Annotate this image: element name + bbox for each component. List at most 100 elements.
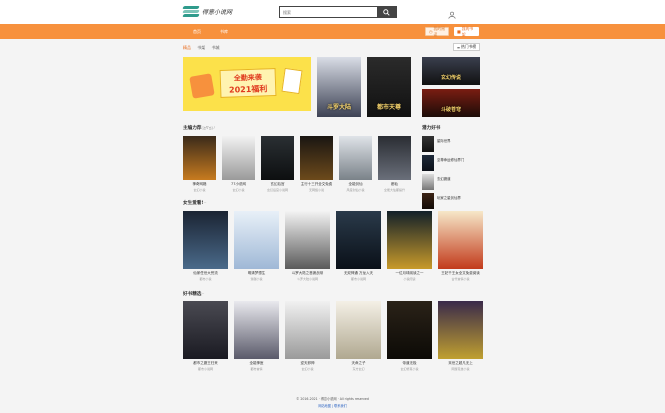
book-title[interactable]: 明清梦想生 — [234, 271, 279, 276]
book-title[interactable]: 77小说网 — [222, 182, 255, 187]
hot-list-item[interactable]: 玩家之星剑仙界 — [422, 193, 480, 209]
logo-icon — [182, 6, 200, 17]
book-cover[interactable] — [336, 211, 381, 269]
hot-list-item[interactable]: 星际世界 — [422, 136, 480, 152]
featured-cover[interactable]: 斗破苍穹 — [422, 89, 480, 117]
breadcrumb-item[interactable]: 书架 — [197, 45, 205, 50]
book-card[interactable]: 逆天邪神 玄幻小说 — [285, 301, 330, 371]
book-title[interactable]: 斗罗大陆之首席战帝 — [285, 271, 330, 276]
book-cover[interactable] — [438, 301, 483, 359]
my-reading-button[interactable]: ◷ 我的阅读 — [425, 26, 449, 37]
book-cover[interactable] — [285, 301, 330, 359]
book-card[interactable]: 一位月球阅读之一 小说阅读 — [387, 211, 432, 281]
promo-banner[interactable]: 全勤来袭 2021福利 — [183, 57, 311, 111]
my-shelf-label: 我的书架 — [461, 25, 474, 37]
book-card[interactable]: 明清梦想生 穿越小说 — [234, 211, 279, 281]
featured-cover[interactable]: 玄幻传说 — [422, 57, 480, 85]
book-title[interactable]: 王妃千王女全文免费阅读 — [438, 271, 483, 276]
book-card[interactable]: 主行十三开全文免费 无网络小说 — [300, 136, 333, 192]
my-shelf-button[interactable]: ■ 我的书架 — [454, 25, 479, 37]
book-title[interactable]: 都仙 — [378, 182, 411, 187]
search-icon — [383, 8, 390, 16]
book-cover[interactable] — [422, 193, 434, 209]
book-cover[interactable] — [300, 136, 333, 180]
top-rank-button[interactable]: ≡ 热门书榜 — [453, 43, 480, 51]
book-card[interactable]: 斗罗大陆之首席战帝 斗罗大陆小说网 — [285, 211, 330, 281]
search-box — [279, 6, 397, 18]
book-card[interactable]: 仙家任世大荒流 都市小说 — [183, 211, 228, 281]
footer-links[interactable]: 网站地图 | 联系我们 — [0, 403, 665, 408]
book-cover[interactable] — [234, 301, 279, 359]
book-author: 都市小说 — [199, 277, 212, 281]
book-card[interactable]: 无双神通 万龙入天 都市小说网 — [336, 211, 381, 281]
section-title-text: 好书精选 — [183, 292, 202, 297]
book-card[interactable]: 神奇网格 玄幻小说 — [183, 136, 216, 192]
book-icon: ■ — [457, 29, 461, 34]
book-cover[interactable] — [183, 301, 228, 359]
book-card[interactable]: 都市之魔王归来 都市小说网 — [183, 301, 228, 371]
book-cover[interactable] — [183, 211, 228, 269]
book-cover[interactable] — [438, 211, 483, 269]
book-title[interactable]: 星际世界 — [437, 138, 451, 143]
book-cover[interactable] — [422, 136, 434, 152]
featured-cover[interactable]: 斗罗大陆 — [317, 57, 361, 117]
book-title[interactable]: 玩家之星剑仙界 — [437, 195, 461, 200]
nav-item-home[interactable]: 首页 — [193, 29, 201, 35]
book-cover[interactable] — [422, 174, 434, 190]
book-title[interactable]: 玄幻后宫 — [261, 182, 294, 187]
book-cover[interactable] — [285, 211, 330, 269]
book-title[interactable]: 无双神通 万龙入天 — [336, 271, 381, 276]
book-author: 玄幻修真小说 — [400, 367, 419, 371]
book-cover[interactable] — [234, 211, 279, 269]
book-title[interactable]: 至尊命运修仙界门 — [437, 157, 464, 162]
book-cover[interactable] — [183, 136, 216, 180]
book-cover[interactable] — [339, 136, 372, 180]
hot-list-item[interactable]: 玄幻魔道 — [422, 174, 480, 190]
book-author: 风度剑仙小说 — [346, 188, 365, 192]
book-card[interactable]: 玄幻后宫 玄幻后宫小说网 — [261, 136, 294, 192]
breadcrumb-item[interactable]: 书城 — [212, 45, 220, 50]
book-card[interactable]: 全能神医 都市言情 — [234, 301, 279, 371]
book-title[interactable]: 玄幻魔道 — [437, 176, 451, 181]
book-title[interactable]: 逆天邪神 — [285, 361, 330, 366]
top-rank-label: 热门书榜 — [461, 44, 477, 49]
book-author: 网游竞技小说 — [451, 367, 470, 371]
book-title[interactable]: 全能剑仙 — [339, 182, 372, 187]
book-title[interactable]: 仙家任世大荒流 — [183, 271, 228, 276]
book-cover[interactable] — [336, 301, 381, 359]
book-cover[interactable] — [261, 136, 294, 180]
calendar-icon — [281, 67, 303, 95]
section-emoticon: (≧∇≦)ﾉ — [201, 125, 216, 130]
book-cover[interactable] — [222, 136, 255, 180]
book-author: 都市小说网 — [197, 367, 213, 371]
book-cover[interactable] — [387, 211, 432, 269]
book-card[interactable]: 77小说网 玄幻小说 — [222, 136, 255, 192]
book-title[interactable]: 神奇网格 — [183, 182, 216, 187]
book-card[interactable]: 末世之超凡无上 网游竞技小说 — [438, 301, 483, 371]
featured-cover[interactable]: 都市天尊 — [367, 57, 411, 117]
book-card[interactable]: 王妃千王女全文免费阅读 古代言情小说 — [438, 211, 483, 281]
section-emoticon: ~ — [203, 200, 207, 205]
book-title[interactable]: 一位月球阅读之一 — [387, 271, 432, 276]
book-card[interactable]: 都仙 全能大仙都提升 — [378, 136, 411, 192]
book-title[interactable]: 天命之子 — [336, 361, 381, 366]
book-title[interactable]: 主行十三开全文免费 — [300, 182, 333, 187]
search-input[interactable] — [280, 7, 378, 17]
section-title-selected: 好书精选~ — [183, 291, 205, 297]
site-logo[interactable]: 得意小说网 — [182, 6, 232, 17]
book-title[interactable]: 帝道无极 — [387, 361, 432, 366]
search-button[interactable] — [377, 7, 396, 17]
book-card[interactable]: 全能剑仙 风度剑仙小说 — [339, 136, 372, 192]
book-title[interactable]: 末世之超凡无上 — [438, 361, 483, 366]
book-cover[interactable] — [422, 155, 434, 171]
book-title[interactable]: 都市之魔王归来 — [183, 361, 228, 366]
hot-list-item[interactable]: 至尊命运修仙界门 — [422, 155, 480, 171]
nav-item-library[interactable]: 书库 — [220, 29, 228, 35]
book-card[interactable]: 帝道无极 玄幻修真小说 — [387, 301, 432, 371]
breadcrumb-active[interactable]: 精品 — [183, 45, 191, 50]
book-cover[interactable] — [378, 136, 411, 180]
book-title[interactable]: 全能神医 — [234, 361, 279, 366]
book-cover[interactable] — [387, 301, 432, 359]
book-card[interactable]: 天命之子 东方玄幻 — [336, 301, 381, 371]
section-title-female: 女生爱看!~ — [183, 200, 207, 206]
